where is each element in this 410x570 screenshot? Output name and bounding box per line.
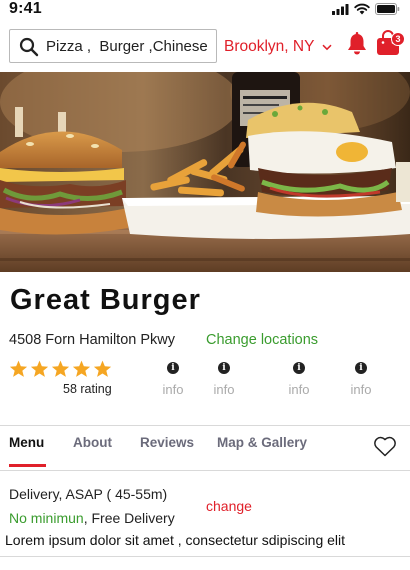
star-icon	[30, 360, 49, 377]
search-icon	[19, 37, 39, 57]
heart-icon[interactable]	[373, 436, 397, 457]
bell-icon[interactable]	[346, 32, 368, 56]
info-label: info	[288, 382, 310, 397]
info-item[interactable]: i info	[153, 362, 193, 397]
active-tab-indicator	[9, 464, 46, 467]
cart-badge: 3	[391, 32, 405, 46]
divider	[0, 425, 410, 426]
change-delivery-link[interactable]: change	[206, 498, 252, 514]
location-label: Brooklyn, NY	[224, 38, 315, 55]
star-icon	[72, 360, 91, 377]
battery-icon	[375, 3, 400, 15]
status-time: 9:41	[9, 0, 42, 17]
status-icons	[332, 3, 400, 15]
star-icon	[93, 360, 112, 377]
hero-food-image	[0, 72, 410, 272]
info-label: info	[162, 382, 184, 397]
search-input[interactable]	[46, 34, 214, 58]
delivery-time: Delivery, ASAP ( 45-55m)	[9, 486, 168, 502]
tab-about[interactable]: About	[73, 435, 112, 450]
info-item[interactable]: i info	[279, 362, 319, 397]
change-locations-link[interactable]: Change locations	[206, 332, 318, 348]
rating-count: 58 rating	[63, 382, 112, 396]
star-icon	[9, 360, 28, 377]
star-rating	[9, 360, 112, 378]
divider	[0, 556, 410, 557]
info-label: info	[350, 382, 372, 397]
star-icon	[51, 360, 70, 377]
restaurant-address: 4508 Forn Hamilton Pkwy	[9, 332, 176, 348]
delivery-minimum-line: No minimun, Free Delivery	[9, 510, 175, 526]
info-item[interactable]: i info	[341, 362, 381, 397]
divider	[0, 470, 410, 471]
minimum-order-text: No minimun	[9, 510, 84, 526]
search-box[interactable]	[9, 29, 217, 63]
status-bar: 9:41	[0, 0, 410, 20]
chevron-down-icon	[322, 44, 332, 50]
tab-map-gallery[interactable]: Map & Gallery	[217, 435, 307, 450]
info-item[interactable]: i info	[204, 362, 244, 397]
tab-menu[interactable]: Menu	[9, 435, 44, 450]
info-icon: i	[293, 362, 305, 374]
tab-reviews[interactable]: Reviews	[140, 435, 194, 450]
info-icon: i	[355, 362, 367, 374]
restaurant-name: Great Burger	[10, 284, 201, 316]
wifi-icon	[354, 3, 370, 15]
signal-icon	[332, 3, 349, 15]
delivery-fee-text: , Free Delivery	[83, 510, 175, 526]
restaurant-description: Lorem ipsum dolor sit amet , consectetur…	[5, 532, 346, 548]
info-icon: i	[167, 362, 179, 374]
info-label: info	[213, 382, 235, 397]
info-icon: i	[218, 362, 230, 374]
location-selector[interactable]: Brooklyn, NY	[224, 38, 332, 56]
